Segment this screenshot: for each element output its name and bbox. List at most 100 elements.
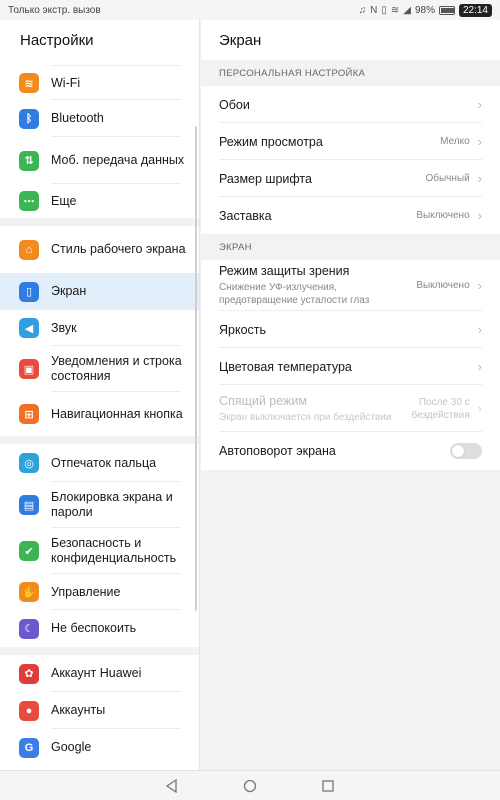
setting-value: Мелко <box>440 136 470 147</box>
sidebar-item-label: Безопасность и конфиденциальность <box>51 536 177 565</box>
notifications-icon: ▣ <box>19 359 39 379</box>
sidebar-item-label: Звук <box>51 320 77 335</box>
setting-wallpaper[interactable]: Обои › <box>201 86 500 123</box>
clock: 22:14 <box>458 3 492 17</box>
sidebar-item-label: Стиль рабочего экрана <box>51 242 186 256</box>
section-title: ПЕРСОНАЛЬНАЯ НАСТРОЙКА <box>201 60 500 86</box>
sidebar-item-fingerprint[interactable]: ◎ Отпечаток пальца <box>0 444 199 482</box>
chevron-right-icon: › <box>477 171 482 186</box>
sidebar-item-label: Google <box>51 740 92 754</box>
display-icon: ▯ <box>19 281 39 302</box>
settings-list-pane: Настройки ≋ Wi-Fi ᛒ Bluetooth ⇅ Моб. передача… <box>0 20 200 770</box>
chevron-right-icon: › <box>477 97 482 112</box>
setting-description: Снижение УФ-излучения, предотвращение ус… <box>219 282 370 306</box>
setting-color-temperature[interactable]: Цветовая температура › <box>201 348 500 385</box>
setting-font-size[interactable]: Размер шрифта Обычный › <box>201 160 500 197</box>
sidebar-item-huawei[interactable]: ✿ Аккаунт Huawei <box>0 655 199 692</box>
sidebar-item-label: Управление <box>51 584 121 599</box>
sidebar-item-accounts[interactable]: ● Аккаунты <box>0 692 199 729</box>
setting-text: Режим защиты зрения Снижение УФ-излучения… <box>219 264 416 307</box>
recents-icon <box>322 779 334 792</box>
setting-screensaver[interactable]: Заставка Выключено › <box>201 197 500 234</box>
recents-button[interactable] <box>318 776 338 796</box>
setting-title: Обои <box>219 97 250 112</box>
sidebar-item-moon[interactable]: ☾ Не беспокоить <box>0 610 199 647</box>
home-icon <box>243 779 257 792</box>
back-icon <box>165 778 177 793</box>
setting-brightness[interactable]: Яркость › <box>201 311 500 348</box>
sidebar-item-bluetooth[interactable]: ᛒ Bluetooth <box>0 100 199 137</box>
setting-eye-comfort[interactable]: Режим защиты зрения Снижение УФ-излучения… <box>201 260 500 311</box>
setting-auto-rotate[interactable]: Автоповорот экрана <box>201 432 500 470</box>
setting-title: Яркость <box>219 322 267 337</box>
lock-icon: ▤ <box>19 495 39 515</box>
chevron-right-icon: › <box>477 208 482 223</box>
page-title: Экран <box>201 20 500 60</box>
sidebar-item-label: Аккаунты <box>51 703 106 717</box>
setting-text: Заставка <box>219 209 416 223</box>
scrollbar[interactable] <box>195 126 197 611</box>
wifi-status-icon: ≋ <box>390 4 400 16</box>
more-icon: ⋯ <box>19 191 39 211</box>
wifi-icon: ≋ <box>19 73 39 93</box>
setting-view-mode[interactable]: Режим просмотра Мелко › <box>201 123 500 160</box>
battery-icon <box>438 5 455 15</box>
setting-title: Спящий режим <box>219 393 307 408</box>
sidebar-item-hand[interactable]: ✋ Управление <box>0 574 199 610</box>
sidebar-item-navigation[interactable]: ⊞ Навигационная кнопка <box>0 392 199 436</box>
sound-icon: ◀ <box>19 318 39 338</box>
sidebar-item-google[interactable]: G Google <box>0 729 199 766</box>
vibrate-icon: ▯ <box>381 4 387 16</box>
setting-title: Автоповорот экрана <box>219 444 336 458</box>
fingerprint-icon: ◎ <box>19 453 39 473</box>
status-icons: ♫ N ▯ ≋ ◢ 98% 22:14 <box>358 3 492 17</box>
sidebar-item-label: Отпечаток пальца <box>51 455 157 470</box>
setting-text: Цветовая температура <box>219 360 478 374</box>
group-separator <box>0 218 199 226</box>
settings-title: Настройки <box>20 31 94 49</box>
chevron-right-icon: › <box>477 401 482 416</box>
sidebar-item-label: Уведомления и строка состояния <box>51 354 182 383</box>
display-settings-content: ПЕРСОНАЛЬНАЯ НАСТРОЙКА Обои › Режим просмот… <box>201 60 500 470</box>
status-bar: Только экстр. вызов ♫ N ▯ ≋ ◢ 98% 22:14 <box>0 0 500 20</box>
sidebar-item-label: Wi-Fi <box>51 75 81 90</box>
setting-value: После 30 с бездействия <box>411 396 470 421</box>
setting-value: Выключено <box>416 210 470 221</box>
setting-text: Размер шрифта <box>219 172 425 186</box>
headset-icon: ♫ <box>358 4 367 16</box>
group-separator <box>0 436 199 444</box>
sidebar-item-label: Моб. передача данных <box>51 153 185 167</box>
setting-text: Автоповорот экрана <box>219 444 450 458</box>
settings-list[interactable]: ≋ Wi-Fi ᛒ Bluetooth ⇅ Моб. передача данных ⋯ Ещ… <box>0 60 199 766</box>
sidebar-item-sound[interactable]: ◀ Звук <box>0 310 199 346</box>
setting-text: Режим просмотра <box>219 135 440 149</box>
sidebar-item-notifications[interactable]: ▣ Уведомления и строка состояния <box>0 346 199 392</box>
setting-title: Режим просмотра <box>219 134 323 149</box>
nfc-icon: N <box>370 4 378 16</box>
sidebar-item-label: Аккаунт Huawei <box>51 666 142 680</box>
huawei-icon: ✿ <box>19 663 39 684</box>
system-nav-bar <box>0 770 500 800</box>
setting-title: Цветовая температура <box>219 359 352 374</box>
hand-icon: ✋ <box>19 582 39 602</box>
sidebar-item-display[interactable]: ▯ Экран <box>0 273 199 310</box>
home-button[interactable] <box>240 776 260 796</box>
back-button[interactable] <box>162 776 182 796</box>
sidebar-item-home-style[interactable]: ⌂ Стиль рабочего экрана <box>0 226 199 273</box>
sidebar-item-label: Навигационная кнопка <box>51 406 183 421</box>
auto-rotate-toggle[interactable] <box>450 443 482 459</box>
chevron-right-icon: › <box>477 322 482 337</box>
sidebar-item-lock[interactable]: ▤ Блокировка экрана и пароли <box>0 482 199 528</box>
setting-value: Обычный <box>425 173 470 184</box>
setting-value: Выключено <box>416 280 470 291</box>
shield-icon: ✔ <box>19 541 39 561</box>
moon-icon: ☾ <box>19 618 39 639</box>
sidebar-item-label: Экран <box>51 284 87 298</box>
setting-text: Спящий режим Экран выключается при бездей… <box>219 394 408 424</box>
sidebar-item-more[interactable]: ⋯ Еще <box>0 184 199 218</box>
sidebar-item-shield[interactable]: ✔ Безопасность и конфиденциальность <box>0 528 199 574</box>
sidebar-item-wifi[interactable]: ≋ Wi-Fi <box>0 66 199 100</box>
accounts-icon: ● <box>19 700 39 721</box>
carrier-status: Только экстр. вызов <box>8 4 101 16</box>
sidebar-item-mobile-data[interactable]: ⇅ Моб. передача данных <box>0 137 199 184</box>
